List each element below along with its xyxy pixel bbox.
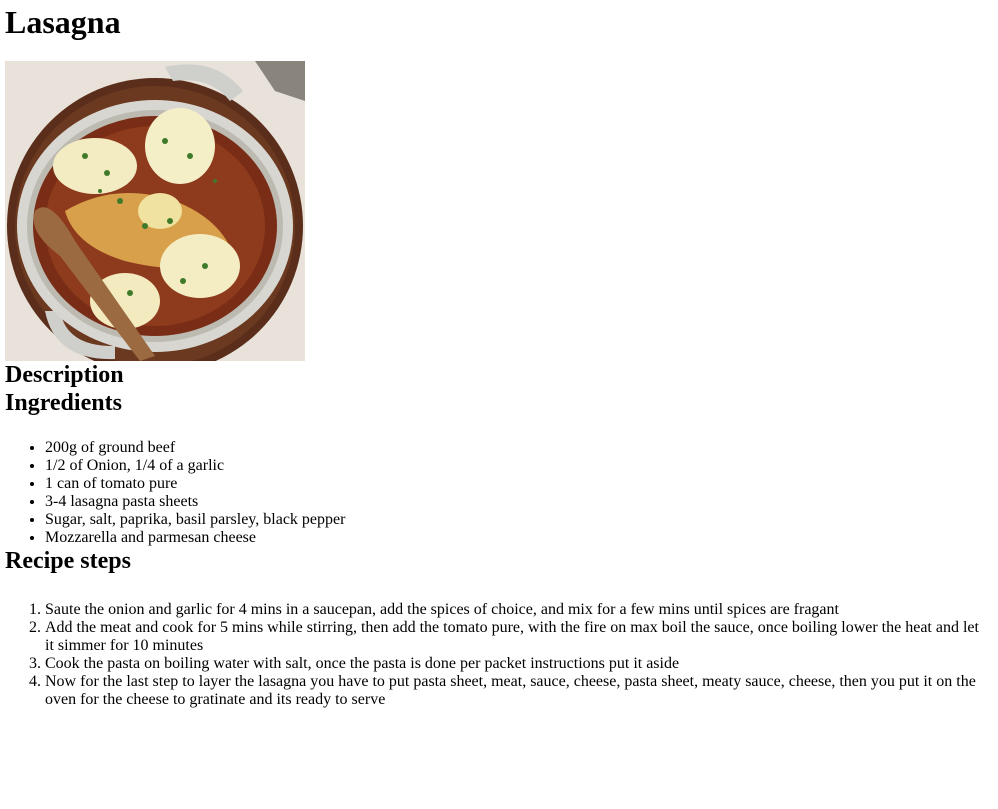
- recipe-step: Add the meat and cook for 5 mins while s…: [45, 619, 993, 655]
- ingredients-heading: Ingredients: [5, 390, 122, 416]
- recipe-step: Saute the onion and garlic for 4 mins in…: [45, 601, 993, 619]
- ingredients-list: 200g of ground beef 1/2 of Onion, 1/4 of…: [5, 439, 993, 547]
- ingredient-item: 1 can of tomato pure: [45, 475, 993, 493]
- ingredient-item: Mozzarella and parmesan cheese: [45, 529, 993, 547]
- recipe-page: Lasagna Description Ingredients • 200g o…: [0, 0, 998, 809]
- recipe-step: Cook the pasta on boiling water with sal…: [45, 655, 993, 673]
- ingredient-item: 1/2 of Onion, 1/4 of a garlic: [45, 457, 993, 475]
- ingredient-item: 3-4 lasagna pasta sheets: [45, 493, 993, 511]
- lasagna-photo: [5, 61, 305, 361]
- ingredient-item: 200g of ground beef: [45, 439, 993, 457]
- recipe-steps-list: Saute the onion and garlic for 4 mins in…: [5, 601, 993, 709]
- page-title: Lasagna: [5, 4, 121, 40]
- description-heading: Description: [5, 362, 124, 388]
- recipe-steps-heading: Recipe steps: [5, 548, 131, 574]
- recipe-step: Now for the last step to layer the lasag…: [45, 673, 993, 709]
- ingredient-item: Sugar, salt, paprika, basil parsley, bla…: [45, 511, 993, 529]
